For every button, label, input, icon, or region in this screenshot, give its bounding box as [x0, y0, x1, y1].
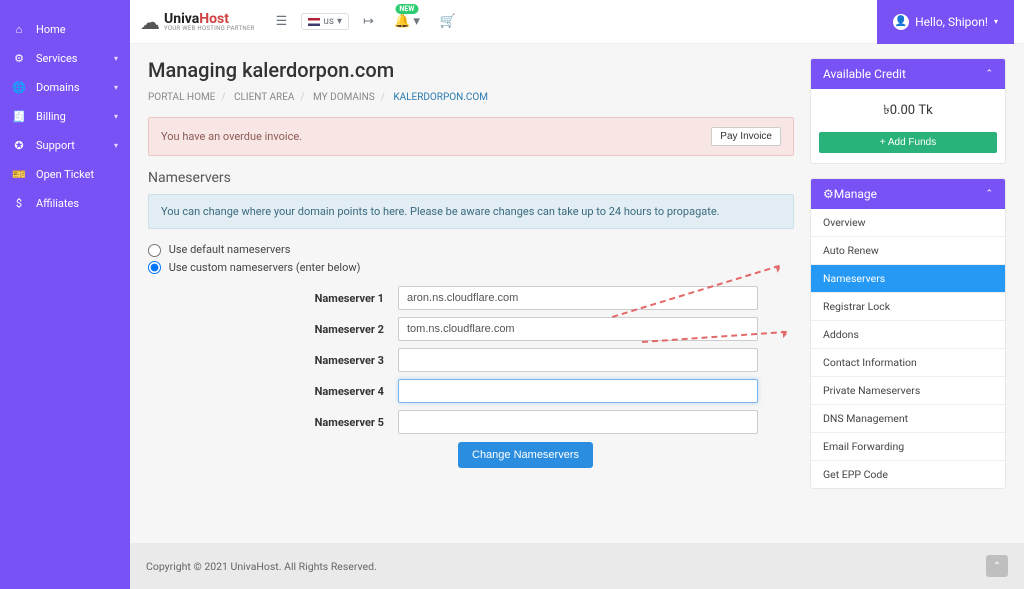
sidebar-item-label: Affiliates [36, 197, 79, 210]
sidebar-item-open-ticket[interactable]: Open Ticket [0, 160, 130, 189]
sidebar-item-label: Services [36, 52, 77, 65]
ns4-label: Nameserver 4 [148, 385, 398, 398]
chevron-down-icon: ▾ [114, 83, 118, 92]
logo-tagline: YOUR WEB HOSTING PARTNER [164, 25, 255, 32]
pay-invoice-button[interactable]: Pay Invoice [711, 127, 781, 146]
breadcrumb-my-domains[interactable]: MY DOMAINS [313, 92, 375, 103]
available-credit-card: Available Credit⌃ ৳0.00 Tk + Add Funds [810, 58, 1006, 164]
avatar-icon: 👤 [893, 14, 909, 30]
dollar-icon [12, 197, 26, 210]
add-funds-button[interactable]: + Add Funds [819, 132, 997, 153]
manage-header[interactable]: ⚙ Manage⌃ [811, 179, 1005, 209]
ns5-input[interactable] [398, 410, 758, 434]
manage-item-overview[interactable]: Overview [811, 209, 1005, 236]
breadcrumb-portal-home[interactable]: PORTAL HOME [148, 92, 215, 103]
footer-text: Copyright © 2021 UnivaHost. All Rights R… [146, 560, 377, 573]
sidebar-item-label: Support [36, 139, 75, 152]
nameservers-heading: Nameservers [148, 170, 794, 186]
radio-custom-nameservers[interactable]: Use custom nameservers (enter below) [148, 259, 794, 277]
life-icon [12, 139, 26, 152]
ns3-input[interactable] [398, 348, 758, 372]
notifications-button[interactable]: NEW ▾ [388, 10, 426, 33]
manage-item-auto-renew[interactable]: Auto Renew [811, 236, 1005, 264]
chevron-up-icon: ⌃ [985, 189, 993, 199]
breadcrumb-current: KALERDORPON.COM [393, 92, 488, 103]
chevron-down-icon: ▾ [114, 54, 118, 63]
gear-icon [12, 52, 26, 65]
page-title: Managing kalerdorpon.com [148, 58, 794, 82]
topbar: ☁ UnivaHost YOUR WEB HOSTING PARTNER us … [130, 0, 1024, 44]
sidebar-item-home[interactable]: Home [0, 15, 130, 44]
breadcrumb-client-area[interactable]: CLIENT AREA [234, 92, 294, 103]
sidebar-item-support[interactable]: Support ▾ [0, 131, 130, 160]
sidebar-item-services[interactable]: Services ▾ [0, 44, 130, 73]
ns3-label: Nameserver 3 [148, 354, 398, 367]
globe-icon [12, 81, 26, 94]
ns1-label: Nameserver 1 [148, 292, 398, 305]
available-credit-header[interactable]: Available Credit⌃ [811, 59, 1005, 89]
logo[interactable]: ☁ UnivaHost YOUR WEB HOSTING PARTNER [140, 10, 255, 34]
manage-card: ⚙ Manage⌃ OverviewAuto RenewNameserversR… [810, 178, 1006, 489]
logout-icon[interactable] [357, 10, 380, 33]
overdue-invoice-alert: You have an overdue invoice. Pay Invoice [148, 117, 794, 156]
sidebar-item-affiliates[interactable]: Affiliates [0, 189, 130, 218]
cart-icon[interactable] [434, 10, 462, 33]
new-badge: NEW [395, 4, 418, 14]
cloud-icon: ☁ [140, 10, 160, 34]
chevron-down-icon: ▾ [114, 141, 118, 150]
radio-default-nameservers[interactable]: Use default nameservers [148, 241, 794, 259]
ticket-icon [12, 168, 26, 181]
manage-item-email-forwarding[interactable]: Email Forwarding [811, 432, 1005, 460]
user-greeting: Hello, Shipon! [915, 15, 988, 29]
bell-icon [394, 14, 410, 29]
bill-icon [12, 110, 26, 123]
home-icon [12, 23, 26, 36]
sidebar: Home Services ▾ Domains ▾ Billing ▾ Support ▾ Ope… [0, 0, 130, 589]
ns2-label: Nameserver 2 [148, 323, 398, 336]
breadcrumb: PORTAL HOME/ CLIENT AREA/ MY DOMAINS/ KA… [148, 92, 794, 103]
gear-icon: ⚙ [823, 187, 834, 201]
ns5-label: Nameserver 5 [148, 416, 398, 429]
chevron-down-icon: ▾ [114, 112, 118, 121]
sidebar-item-domains[interactable]: Domains ▾ [0, 73, 130, 102]
manage-item-nameservers[interactable]: Nameservers [811, 264, 1005, 292]
language-selector[interactable]: us ▾ [301, 13, 349, 30]
alert-text: You have an overdue invoice. [161, 130, 302, 143]
menu-toggle-icon[interactable] [270, 10, 294, 33]
manage-list: OverviewAuto RenewNameserversRegistrar L… [811, 209, 1005, 488]
manage-item-registrar-lock[interactable]: Registrar Lock [811, 292, 1005, 320]
chevron-up-icon: ⌃ [985, 69, 993, 79]
scroll-top-button[interactable]: ⌃ [986, 555, 1008, 577]
ns4-input[interactable] [398, 379, 758, 403]
manage-item-get-epp-code[interactable]: Get EPP Code [811, 460, 1005, 488]
credit-amount: ৳0.00 Tk [811, 89, 1005, 126]
sidebar-item-label: Domains [36, 81, 80, 94]
manage-item-contact-information[interactable]: Contact Information [811, 348, 1005, 376]
sidebar-item-label: Home [36, 23, 66, 36]
footer: Copyright © 2021 UnivaHost. All Rights R… [130, 543, 1024, 589]
manage-item-dns-management[interactable]: DNS Management [811, 404, 1005, 432]
manage-item-private-nameservers[interactable]: Private Nameservers [811, 376, 1005, 404]
sidebar-item-label: Billing [36, 110, 66, 123]
manage-item-addons[interactable]: Addons [811, 320, 1005, 348]
sidebar-item-label: Open Ticket [36, 168, 94, 181]
chevron-down-icon: ▾ [994, 17, 998, 26]
sidebar-item-billing[interactable]: Billing ▾ [0, 102, 130, 131]
user-menu[interactable]: 👤 Hello, Shipon! ▾ [877, 0, 1014, 44]
nameservers-info: You can change where your domain points … [148, 194, 794, 229]
change-nameservers-button[interactable]: Change Nameservers [458, 442, 593, 468]
